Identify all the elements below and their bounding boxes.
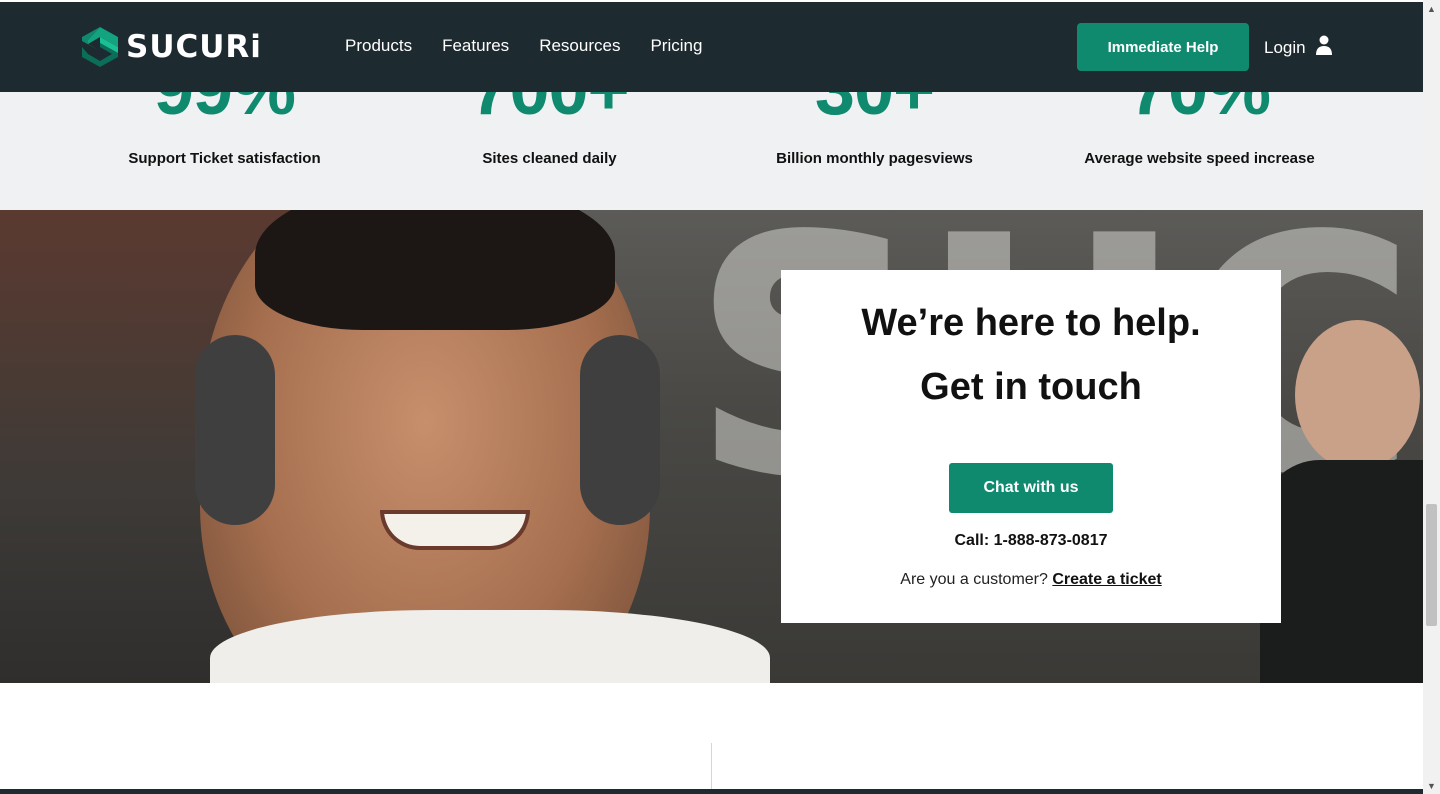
background-person [1260, 320, 1423, 683]
scroll-up-icon[interactable]: ▲ [1423, 0, 1440, 17]
stat-value: 30+ [712, 92, 1037, 126]
user-icon [1306, 35, 1332, 60]
phone-number[interactable]: Call: 1-888-873-0817 [781, 532, 1281, 550]
customer-prompt-line: Are you a customer? Create a ticket [781, 571, 1281, 589]
site-header: SUCURi Products Features Resources Prici… [0, 2, 1423, 92]
stat-value: 700+ [387, 92, 712, 126]
main-nav: Products Features Resources Pricing [345, 36, 732, 56]
stat-label: Billion monthly pagesviews [776, 150, 973, 167]
stat-label: Support Ticket satisfaction [128, 150, 321, 167]
contact-card: We’re here to help. Get in touch Chat wi… [781, 270, 1281, 623]
contact-title: We’re here to help. [861, 302, 1201, 344]
logo-text: SUCURi [126, 29, 262, 65]
customer-prompt: Are you a customer? [900, 571, 1048, 588]
scroll-down-icon[interactable]: ▼ [1423, 777, 1440, 794]
background-person-body [1260, 460, 1423, 683]
stats-section: 99% Support Ticket satisfaction 700+ Sit… [0, 92, 1423, 210]
section-divider [711, 743, 712, 793]
scroll-thumb[interactable] [1426, 504, 1437, 626]
person-smile [380, 510, 530, 550]
background-person-head [1295, 320, 1420, 470]
stat-label: Sites cleaned daily [482, 150, 617, 167]
person-hair [255, 210, 615, 330]
nav-resources[interactable]: Resources [539, 36, 620, 56]
immediate-help-button[interactable]: Immediate Help [1077, 23, 1249, 71]
stat-value: 70% [1037, 92, 1362, 126]
stat-label: Average website speed increase [1084, 150, 1315, 167]
stat-value: 99% [62, 92, 387, 126]
sucuri-logo-icon [82, 27, 118, 67]
login-link[interactable]: Login [1264, 35, 1332, 60]
login-label: Login [1264, 37, 1306, 57]
headphone-right [580, 335, 660, 525]
page-scrollbar[interactable]: ▲ ▼ [1423, 0, 1440, 794]
nav-products[interactable]: Products [345, 36, 412, 56]
contact-subtitle: Get in touch [920, 366, 1142, 408]
person-shirt [210, 610, 770, 683]
create-ticket-link[interactable]: Create a ticket [1052, 571, 1161, 588]
headphone-left [195, 335, 275, 525]
nav-features[interactable]: Features [442, 36, 509, 56]
nav-pricing[interactable]: Pricing [650, 36, 702, 56]
chat-button[interactable]: Chat with us [949, 463, 1113, 513]
bottom-bar [0, 789, 1423, 794]
logo[interactable]: SUCURi [82, 27, 262, 67]
